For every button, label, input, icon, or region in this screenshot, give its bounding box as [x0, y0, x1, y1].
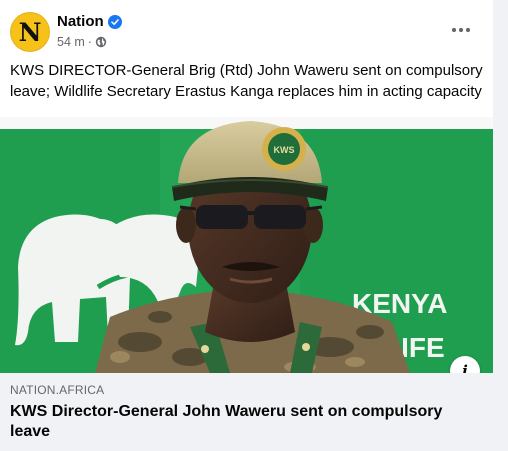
- post-timestamp[interactable]: 54 m: [57, 35, 85, 49]
- page-name-link[interactable]: Nation: [57, 13, 104, 30]
- more-options-button[interactable]: [449, 18, 473, 42]
- link-preview[interactable]: NATION.AFRICA KWS Director-General John …: [0, 373, 493, 451]
- page-avatar[interactable]: N: [10, 12, 50, 52]
- director-photo: KENYA LIFE KWS: [0, 117, 493, 373]
- link-title[interactable]: KWS Director-General John Waweru sent on…: [10, 402, 480, 442]
- link-domain: NATION.AFRICA: [10, 383, 105, 397]
- meta-separator: ·: [87, 35, 92, 49]
- verified-badge-icon: [107, 14, 122, 29]
- cap-badge-text: KWS: [274, 145, 295, 155]
- globe-icon[interactable]: [95, 36, 107, 48]
- page-name-row: Nation: [57, 13, 122, 30]
- feed-background: [493, 0, 508, 451]
- post-caption: KWS DIRECTOR-General Brig (Rtd) John Waw…: [10, 62, 483, 100]
- avatar-logo-letter: N: [18, 17, 42, 47]
- post-image[interactable]: KENYA LIFE KWS: [0, 117, 493, 373]
- more-horizontal-icon: [451, 27, 471, 33]
- post-header: N Nation 54 m ·: [10, 10, 485, 54]
- post-meta: 54 m ·: [57, 35, 107, 49]
- facebook-post-card: N Nation 54 m · KWS DIRECTOR-General Bri…: [0, 0, 493, 451]
